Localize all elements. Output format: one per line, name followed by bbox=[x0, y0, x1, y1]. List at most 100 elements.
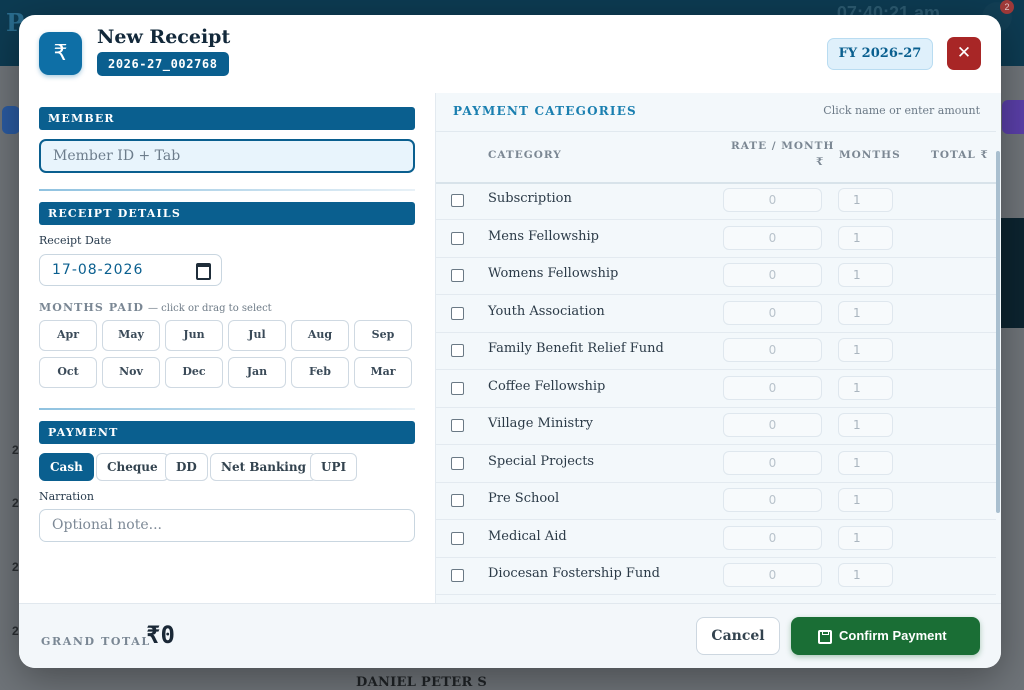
member-id-input[interactable] bbox=[39, 139, 415, 173]
modal-header: ₹ New Receipt 2026-27_002768 FY 2026-27 … bbox=[19, 15, 1001, 94]
category-row[interactable]: Womens Fellowship 0 1 bbox=[436, 257, 996, 295]
category-name[interactable]: Pre School bbox=[488, 491, 559, 506]
close-button[interactable]: ✕ bbox=[947, 37, 981, 70]
background-row-number: 2 bbox=[12, 443, 19, 457]
payment-mode-upi[interactable]: UPI bbox=[310, 453, 358, 481]
category-name[interactable]: Coffee Fellowship bbox=[488, 379, 605, 394]
month-button-jun[interactable]: Jun bbox=[165, 320, 223, 351]
rate-per-month-input[interactable]: 0 bbox=[723, 225, 822, 250]
save-icon bbox=[818, 630, 832, 644]
category-name[interactable]: Medical Aid bbox=[488, 529, 567, 544]
background-rupee-chip bbox=[2, 106, 20, 134]
months-input[interactable]: 1 bbox=[838, 188, 893, 212]
category-name[interactable]: Village Ministry bbox=[488, 416, 593, 431]
category-checkbox[interactable] bbox=[451, 344, 464, 357]
category-row[interactable]: Mens Fellowship 0 1 bbox=[436, 220, 996, 258]
category-row[interactable]: Coffee Fellowship 0 1 bbox=[436, 370, 996, 408]
months-input[interactable]: 1 bbox=[838, 263, 893, 287]
month-button-dec[interactable]: Dec bbox=[165, 357, 223, 388]
month-button-nov[interactable]: Nov bbox=[102, 357, 160, 388]
category-name[interactable]: Mens Fellowship bbox=[488, 229, 599, 244]
months-input[interactable]: 1 bbox=[838, 300, 893, 325]
rate-per-month-input[interactable]: 0 bbox=[723, 338, 822, 362]
months-input[interactable]: 1 bbox=[838, 563, 893, 587]
modal-title: New Receipt bbox=[97, 26, 231, 48]
category-row[interactable]: Special Projects 0 1 bbox=[436, 445, 996, 483]
category-checkbox[interactable] bbox=[451, 569, 464, 582]
rate-per-month-input[interactable]: 0 bbox=[723, 413, 822, 437]
months-input[interactable]: 1 bbox=[838, 488, 893, 512]
month-button-mar[interactable]: Mar bbox=[354, 357, 412, 388]
category-checkbox[interactable] bbox=[451, 231, 464, 245]
rupee-icon: ₹ bbox=[39, 32, 82, 75]
category-checkbox[interactable] bbox=[451, 269, 464, 282]
payment-mode-dd[interactable]: DD bbox=[165, 453, 208, 481]
financial-year-badge: FY 2026-27 bbox=[827, 38, 933, 70]
months-input[interactable]: 1 bbox=[838, 413, 893, 437]
receipt-details-section-header: RECEIPT DETAILS bbox=[39, 202, 415, 225]
category-row[interactable]: Family Benefit Relief Fund 0 1 bbox=[436, 332, 996, 370]
month-button-apr[interactable]: Apr bbox=[39, 320, 97, 351]
rate-per-month-input[interactable]: 0 bbox=[723, 263, 822, 287]
background-row-number: 2 bbox=[12, 496, 19, 510]
payment-mode-cash[interactable]: Cash bbox=[39, 453, 94, 481]
month-button-aug[interactable]: Aug bbox=[291, 320, 349, 351]
rate-per-month-input[interactable]: 0 bbox=[723, 300, 822, 325]
confirm-payment-button[interactable]: Confirm Payment bbox=[791, 617, 980, 655]
category-name[interactable]: Diocesan Fostership Fund bbox=[488, 566, 660, 581]
member-section-header: MEMBER bbox=[39, 107, 415, 130]
receipt-date-value: 17-08-2026 bbox=[52, 262, 144, 278]
month-button-feb[interactable]: Feb bbox=[291, 357, 349, 388]
payment-mode-cheque[interactable]: Cheque bbox=[96, 453, 169, 481]
months-input[interactable]: 1 bbox=[838, 375, 893, 400]
receipt-date-label: Receipt Date bbox=[39, 234, 112, 247]
months-paid-label: MONTHS PAID — click or drag to select bbox=[39, 301, 272, 314]
category-checkbox[interactable] bbox=[451, 306, 464, 320]
month-button-sep[interactable]: Sep bbox=[354, 320, 412, 351]
category-name[interactable]: Youth Association bbox=[488, 304, 605, 319]
category-name[interactable]: Womens Fellowship bbox=[488, 266, 618, 281]
grand-total-label: GRAND TOTAL bbox=[41, 635, 151, 648]
category-row[interactable]: Medical Aid 0 1 bbox=[436, 520, 996, 558]
rate-per-month-input[interactable]: 0 bbox=[723, 488, 822, 512]
month-button-jul[interactable]: Jul bbox=[228, 320, 286, 351]
rate-per-month-input[interactable]: 0 bbox=[723, 375, 822, 400]
category-name[interactable]: Family Benefit Relief Fund bbox=[488, 341, 664, 356]
category-name[interactable]: Subscription bbox=[488, 191, 572, 206]
month-button-oct[interactable]: Oct bbox=[39, 357, 97, 388]
narration-label: Narration bbox=[39, 490, 94, 503]
months-input[interactable]: 1 bbox=[838, 225, 893, 250]
rate-per-month-input[interactable]: 0 bbox=[723, 525, 822, 550]
category-checkbox[interactable] bbox=[451, 381, 464, 395]
cancel-button[interactable]: Cancel bbox=[696, 617, 780, 655]
category-name[interactable]: Special Projects bbox=[488, 454, 594, 469]
rate-per-month-input[interactable]: 0 bbox=[723, 450, 822, 475]
month-button-may[interactable]: May bbox=[102, 320, 160, 351]
calendar-icon[interactable] bbox=[196, 263, 211, 280]
category-row[interactable]: Youth Association 0 1 bbox=[436, 295, 996, 333]
months-input[interactable]: 1 bbox=[838, 525, 893, 550]
rate-per-month-input[interactable]: 0 bbox=[723, 563, 822, 587]
background-row-number: 2 bbox=[12, 624, 19, 638]
category-checkbox[interactable] bbox=[451, 494, 464, 507]
category-row[interactable]: Village Ministry 0 1 bbox=[436, 407, 996, 445]
category-checkbox[interactable] bbox=[451, 419, 464, 432]
categories-scrollbar[interactable] bbox=[996, 151, 1000, 513]
category-row[interactable]: Diocesan Fostership Fund 0 1 bbox=[436, 557, 996, 595]
close-icon: ✕ bbox=[956, 43, 972, 63]
category-checkbox[interactable] bbox=[451, 531, 464, 545]
category-row[interactable]: Pre School 0 1 bbox=[436, 482, 996, 520]
receipt-date-input[interactable]: 17-08-2026 bbox=[39, 254, 222, 286]
months-input[interactable]: 1 bbox=[838, 450, 893, 475]
column-category: CATEGORY bbox=[488, 149, 562, 161]
month-button-jan[interactable]: Jan bbox=[228, 357, 286, 388]
category-row[interactable]: Subscription 0 1 bbox=[436, 182, 996, 220]
rate-per-month-input[interactable]: 0 bbox=[723, 188, 822, 212]
category-checkbox[interactable] bbox=[451, 456, 464, 470]
category-checkbox[interactable] bbox=[451, 194, 464, 207]
payment-categories-panel: PAYMENT CATEGORIES Click name or enter a… bbox=[436, 93, 1001, 603]
months-input[interactable]: 1 bbox=[838, 338, 893, 362]
narration-input[interactable]: Optional note... bbox=[39, 509, 415, 542]
payment-mode-net-banking[interactable]: Net Banking bbox=[210, 453, 317, 481]
background-row-number: 2 bbox=[12, 560, 19, 574]
